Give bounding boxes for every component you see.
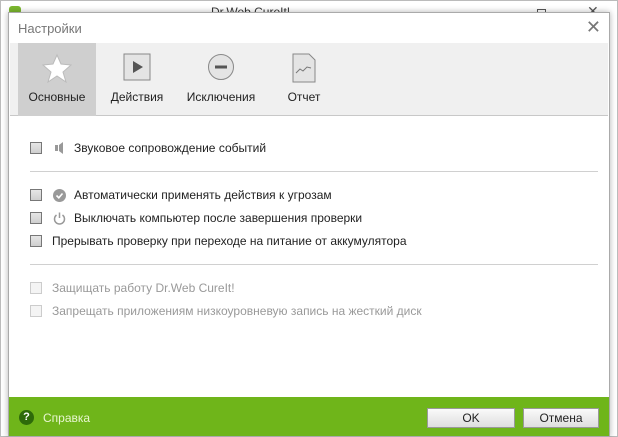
checkbox[interactable] [30,212,42,224]
option-label: Звуковое сопровождение событий [74,141,267,155]
checkbox[interactable] [30,142,42,154]
dialog-footer: ? Справка OK Отмена [9,397,609,436]
option-self-protection: Защищать работу Dr.Web CureIt! [30,280,235,296]
checkbox [30,282,42,294]
cancel-button[interactable]: Отмена [523,408,599,428]
tab-label: Исключения [186,90,256,104]
divider [30,264,598,265]
tab-label: Основные [28,90,86,104]
ok-button[interactable]: OK [427,408,515,428]
speaker-icon [52,142,66,154]
check-circle-icon [52,188,66,202]
settings-dialog: Настройки ✕ Основные Действия Исключения… [8,12,610,437]
report-icon [292,53,316,86]
checkbox[interactable] [30,189,42,201]
option-label: Выключать компьютер после завершения про… [74,211,363,225]
power-icon [52,212,66,225]
help-link[interactable]: ? Справка [19,410,90,425]
tab-general[interactable]: Основные [18,43,96,116]
option-battery[interactable]: Прерывать проверку при переходе на питан… [30,233,407,249]
tab-exclusions[interactable]: Исключения [180,43,262,116]
play-icon [123,53,151,84]
divider [30,171,598,172]
minus-circle-icon [207,53,235,84]
settings-tabs: Основные Действия Исключения Отчет [10,43,608,116]
tab-report[interactable]: Отчет [272,43,336,116]
option-shutdown[interactable]: Выключать компьютер после завершения про… [30,210,362,226]
option-block-disk-write: Запрещать приложениям низкоуровневую зап… [30,303,422,319]
option-label: Защищать работу Dr.Web CureIt! [52,281,235,295]
checkbox [30,305,42,317]
dialog-title: Настройки [18,21,82,36]
tab-actions[interactable]: Действия [102,43,172,116]
option-label: Автоматически применять действия к угроз… [74,188,332,202]
tab-label: Действия [110,90,164,104]
help-label: Справка [43,410,91,425]
tab-label: Отчет [287,90,321,104]
option-auto-actions[interactable]: Автоматически применять действия к угроз… [30,187,332,203]
option-label: Прерывать проверку при переходе на питан… [52,234,407,248]
option-sound[interactable]: Звуковое сопровождение событий [30,140,266,156]
star-icon [41,53,73,86]
option-label: Запрещать приложениям низкоуровневую зап… [52,304,422,318]
close-button[interactable]: ✕ [586,17,601,38]
help-icon: ? [19,410,34,425]
checkbox[interactable] [30,235,42,247]
